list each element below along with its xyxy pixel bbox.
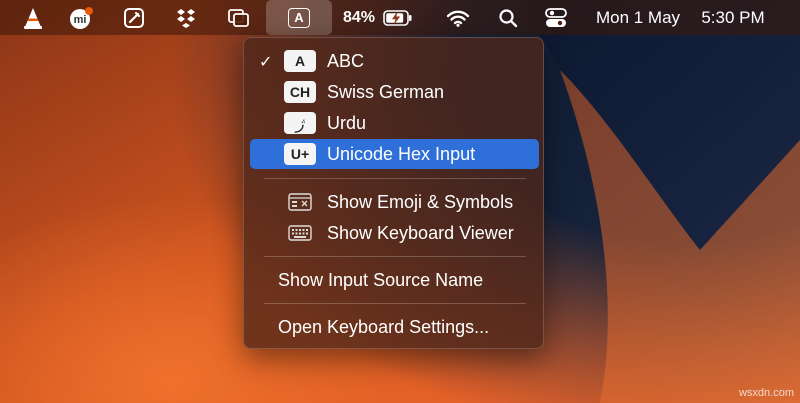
checkmark-icon: ✓ xyxy=(259,54,273,71)
emoji-symbols-icon xyxy=(288,193,312,211)
menu-item-label: ABC xyxy=(327,51,365,71)
search-icon[interactable] xyxy=(495,0,521,35)
menu-item-swiss-german[interactable]: CH Swiss German xyxy=(250,77,539,107)
battery-percent: 84% xyxy=(342,8,376,26)
vlc-icon[interactable] xyxy=(20,0,46,35)
menu-item-label: Show Keyboard Viewer xyxy=(327,223,514,243)
input-indicator: A xyxy=(288,7,310,28)
input-source-icon[interactable]: A xyxy=(266,0,332,35)
menu-separator xyxy=(264,178,526,179)
menu-item-unicode-hex-input[interactable]: U+ Unicode Hex Input xyxy=(250,139,539,169)
swiss-german-badge-icon: CH xyxy=(284,81,316,103)
window-icon[interactable] xyxy=(225,0,253,35)
wifi-icon[interactable] xyxy=(444,0,472,35)
menubar-date[interactable]: Mon 1 May xyxy=(596,8,680,28)
menu-separator xyxy=(264,256,526,257)
menu-item-urdu[interactable]: ژ Urdu xyxy=(250,108,539,138)
menu-item-open-keyboard-settings[interactable]: Open Keyboard Settings... xyxy=(250,312,539,342)
abc-badge-icon: A xyxy=(284,50,316,72)
menu-bar: mi A 84% Mon 1 May 5:30 PM xyxy=(0,0,800,35)
menu-item-label: Swiss German xyxy=(327,82,445,102)
menu-item-show-keyboard-viewer[interactable]: Show Keyboard Viewer xyxy=(250,218,539,248)
menu-separator xyxy=(264,303,526,304)
watermark: wsxdn.com xyxy=(738,387,794,399)
menu-item-show-emoji-symbols[interactable]: Show Emoji & Symbols xyxy=(250,187,539,217)
menu-item-label: Urdu xyxy=(327,113,367,133)
menu-item-label: Open Keyboard Settings... xyxy=(278,317,490,337)
control-center-icon[interactable] xyxy=(542,0,570,35)
unicode-hex-badge-icon: U+ xyxy=(284,143,316,165)
dropbox-icon[interactable] xyxy=(173,0,199,35)
menubar-time[interactable]: 5:30 PM xyxy=(701,8,764,28)
pen-icon[interactable] xyxy=(120,0,148,35)
mi-app-icon[interactable]: mi xyxy=(66,0,96,35)
battery-charging-icon[interactable] xyxy=(381,0,415,35)
menu-item-abc[interactable]: ✓ A ABC xyxy=(250,46,539,76)
svg-text:mi: mi xyxy=(74,14,87,26)
input-source-menu: ✓ A ABC CH Swiss German ژ Urdu U+ Unicod… xyxy=(243,37,544,349)
menu-item-show-input-source-name[interactable]: Show Input Source Name xyxy=(250,265,539,295)
menu-item-label: Unicode Hex Input xyxy=(327,144,476,164)
menu-item-label: Show Emoji & Symbols xyxy=(327,192,514,212)
urdu-badge-icon: ژ xyxy=(284,112,316,134)
keyboard-viewer-icon xyxy=(288,225,312,241)
menu-item-label: Show Input Source Name xyxy=(278,270,484,290)
